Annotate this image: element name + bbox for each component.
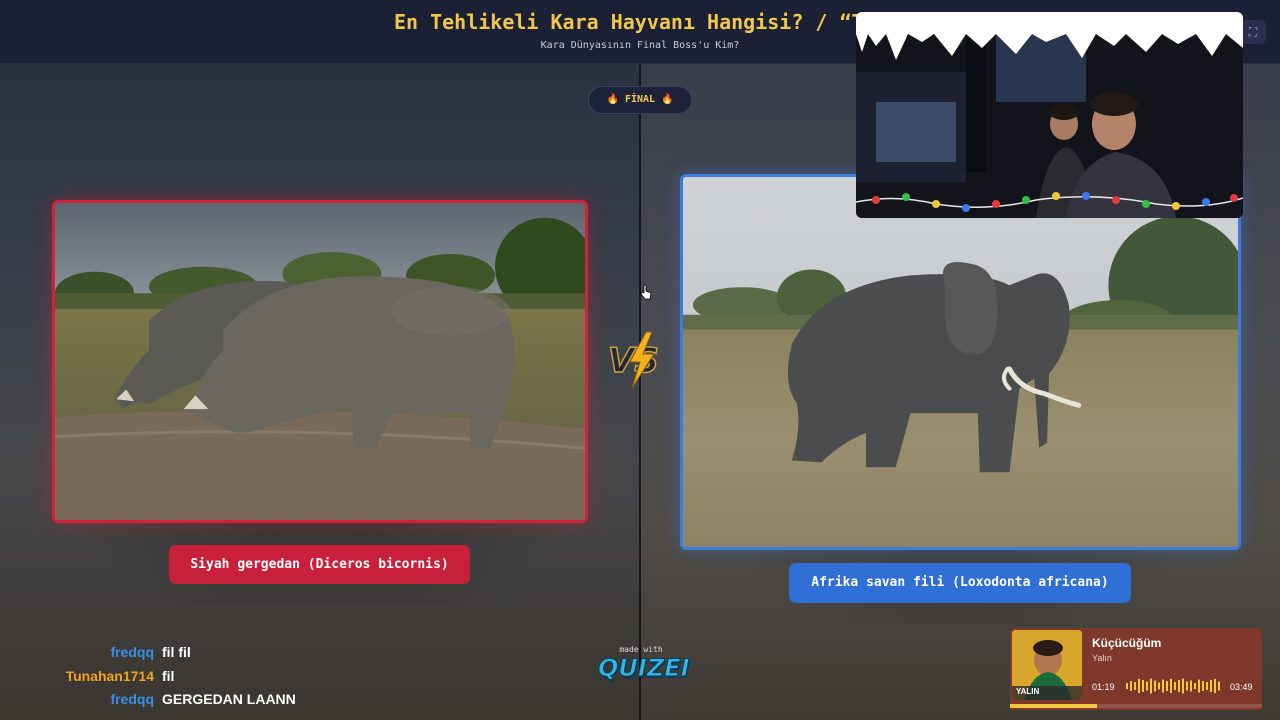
vs-lightning-icon: VS: [607, 331, 660, 389]
made-with-badge[interactable]: made with QUIZEI: [598, 645, 691, 691]
track-duration: 03:49: [1230, 682, 1253, 692]
waveform-bar: [1174, 682, 1176, 690]
waveform-bar: [1142, 680, 1144, 692]
now-playing-widget: YALIN Küçücüğüm Yalın 01:19 03:49: [1010, 628, 1262, 710]
waveform-bar: [1178, 680, 1180, 692]
round-badge: 🔥 FİNAL 🔥: [588, 86, 692, 114]
album-cover-text: YALIN: [1016, 687, 1040, 696]
expand-icon[interactable]: ⛶: [1240, 20, 1266, 44]
audio-waveform: [1126, 678, 1220, 694]
waveform-bar: [1190, 680, 1192, 692]
waveform-bar: [1130, 681, 1132, 691]
left-option-label[interactable]: Siyah gergedan (Diceros bicornis): [169, 545, 470, 584]
rhino-photo: [55, 203, 585, 520]
waveform-bar: [1138, 679, 1140, 693]
track-progress-bar[interactable]: [1010, 704, 1262, 708]
center-divider: [639, 64, 641, 720]
waveform-bar: [1186, 681, 1188, 691]
waveform-bar: [1158, 682, 1160, 690]
waveform-bar: [1166, 681, 1168, 691]
waveform-bar: [1154, 680, 1156, 692]
elephant-photo: [683, 177, 1238, 547]
track-progress-fill: [1010, 704, 1097, 708]
left-option-card[interactable]: [52, 200, 588, 523]
waveform-bar: [1206, 682, 1208, 690]
chat-text: GERGEDAN LAANN: [162, 691, 296, 707]
mouse-cursor-icon: [640, 284, 652, 300]
track-elapsed: 01:19: [1092, 682, 1115, 692]
waveform-bar: [1194, 683, 1196, 689]
track-title: Küçücüğüm: [1092, 636, 1162, 650]
chat-username: fredqq: [110, 691, 154, 707]
waveform-bar: [1170, 679, 1172, 693]
waveform-bar: [1218, 681, 1220, 691]
waveform-bar: [1134, 682, 1136, 690]
right-option-card[interactable]: [680, 174, 1241, 550]
quizei-logo: QUIZEI: [598, 654, 691, 683]
webcam-overlay: [856, 12, 1243, 218]
chat-username: fredqq: [110, 644, 154, 660]
waveform-bar: [1146, 681, 1148, 691]
track-artist: Yalın: [1092, 653, 1112, 663]
right-option-label[interactable]: Afrika savan fili (Loxodonta africana): [789, 563, 1131, 603]
waveform-bar: [1202, 681, 1204, 691]
album-cover: YALIN: [1012, 630, 1082, 700]
chat-message: fredqq GERGEDAN LAANN: [0, 691, 340, 713]
waveform-bar: [1162, 679, 1164, 693]
waveform-bar: [1210, 680, 1212, 692]
waveform-bar: [1126, 683, 1128, 689]
waveform-bar: [1214, 679, 1216, 693]
chat-message: Tunahan1714 fil: [0, 668, 340, 690]
waveform-bar: [1150, 678, 1152, 694]
webcam-feed: [856, 12, 1243, 218]
waveform-bar: [1198, 679, 1200, 693]
chat-message: fredqq fil fil: [0, 644, 340, 666]
made-with-label: made with: [619, 645, 663, 654]
chat-text: fil fil: [162, 644, 191, 660]
chat-text: fil: [162, 668, 175, 684]
chat-username: Tunahan1714: [65, 668, 154, 684]
waveform-bar: [1182, 678, 1184, 694]
